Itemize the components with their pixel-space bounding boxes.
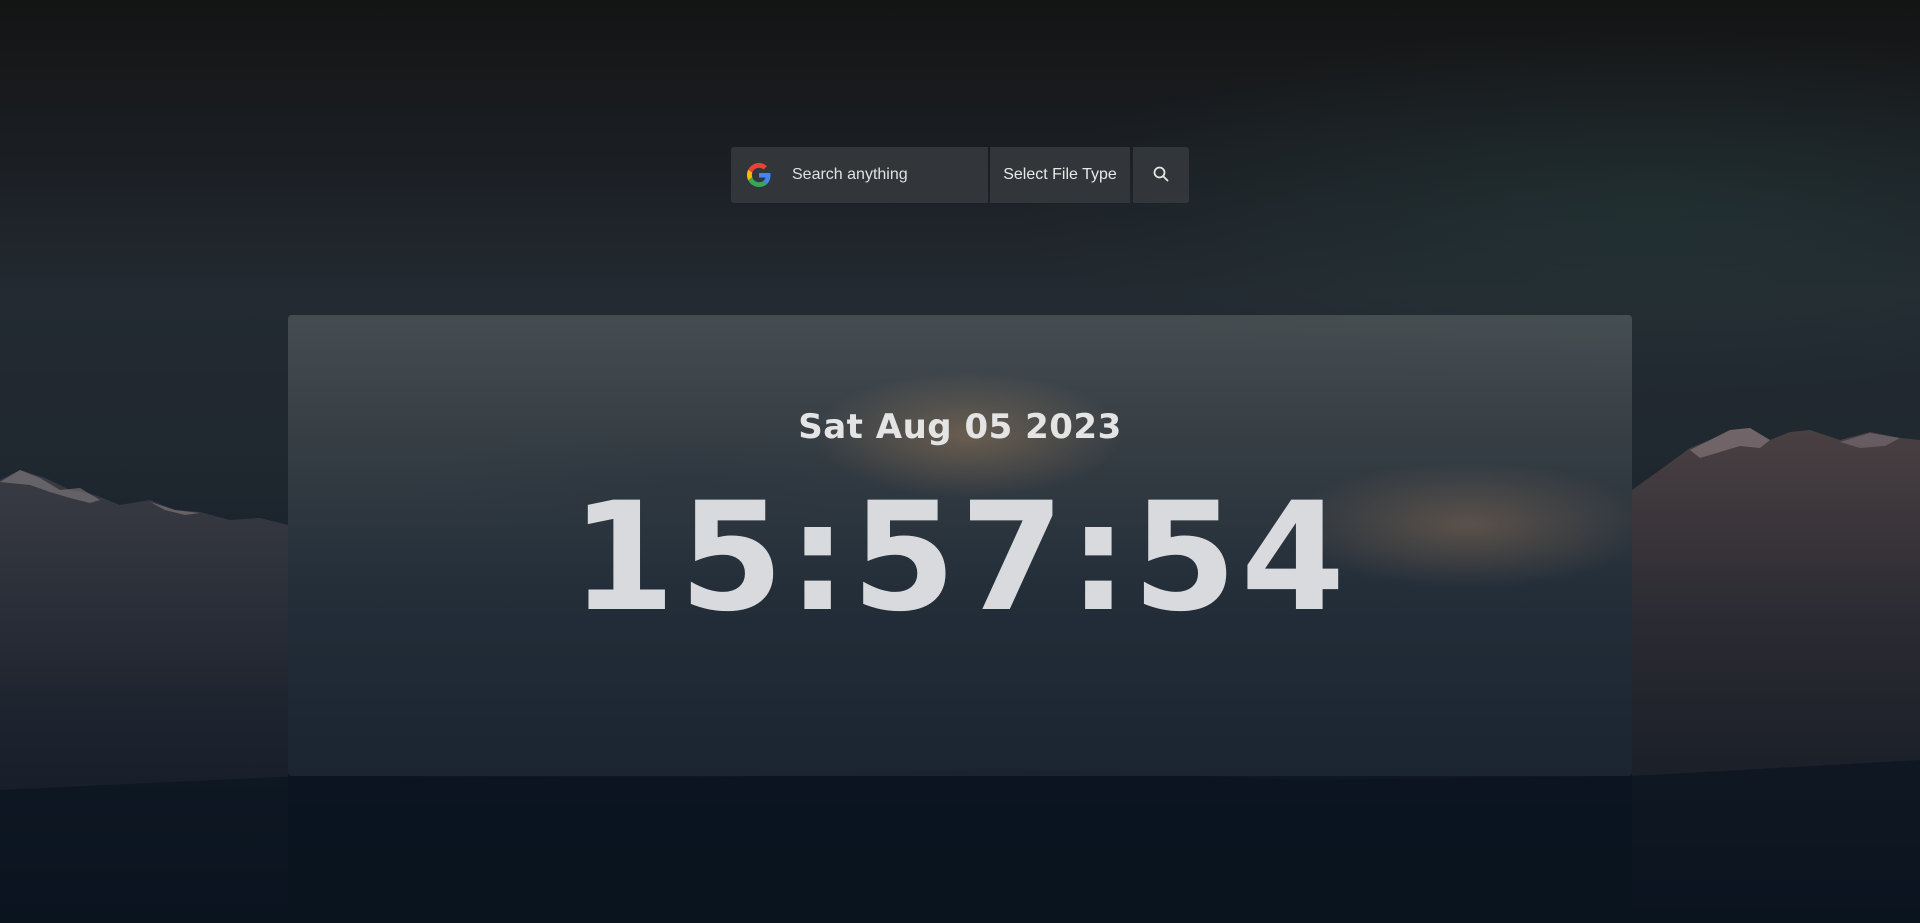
search-bar: Select File Type: [731, 147, 1189, 203]
search-field: [731, 147, 988, 203]
google-g-icon: [747, 163, 771, 187]
clock-date: Sat Aug 05 2023: [798, 407, 1122, 447]
select-file-type-button[interactable]: Select File Type: [990, 147, 1130, 203]
search-icon: [1153, 166, 1169, 185]
clock-time: 15:57:54: [570, 471, 1350, 645]
search-input[interactable]: [790, 165, 984, 185]
search-submit-button[interactable]: [1133, 147, 1189, 203]
clock-panel: Sat Aug 05 2023 15:57:54: [288, 315, 1632, 776]
